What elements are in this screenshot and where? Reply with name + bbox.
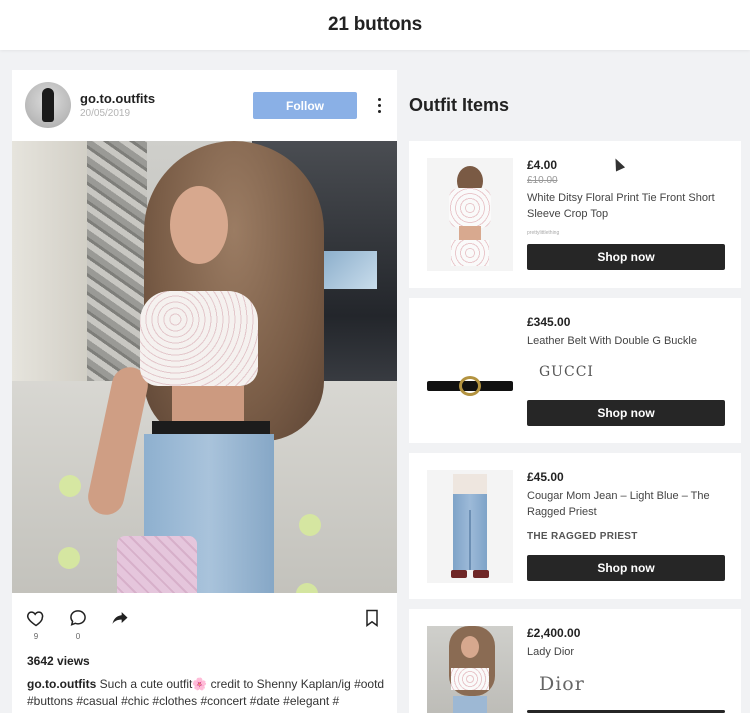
like-icon[interactable] <box>25 607 47 629</box>
comments-count: 0 <box>75 632 81 641</box>
share-icon[interactable] <box>109 607 131 629</box>
post-header: go.to.outfits 20/05/2019 Follow <box>12 70 397 141</box>
top-bar: 21 buttons <box>0 0 750 50</box>
product-image[interactable] <box>427 315 513 428</box>
product-name: Cougar Mom Jean – Light Blue – The Ragge… <box>527 490 710 518</box>
brand-logo: GUCCI <box>539 364 594 380</box>
follow-button[interactable]: Follow <box>253 92 357 119</box>
product-hotspot-belt[interactable] <box>299 514 321 536</box>
outfit-items-title: Outfit Items <box>409 95 510 115</box>
comment-icon[interactable] <box>67 607 89 629</box>
product-image[interactable] <box>427 626 513 713</box>
page-title: 21 buttons <box>327 14 423 35</box>
likes-count: 9 <box>33 632 39 641</box>
post-photo <box>12 141 397 593</box>
product-hotspot-top[interactable] <box>59 475 81 497</box>
product-price: £345.00 <box>527 315 571 329</box>
post-actions: 9 0 <box>12 593 397 643</box>
post-date: 20/05/2019 <box>80 108 131 119</box>
product-hotspot-bag[interactable] <box>58 547 80 569</box>
brand-logo: Dior <box>539 673 585 695</box>
post-username[interactable]: go.to.outfits <box>80 91 155 106</box>
product-price: £2,400.00 <box>527 626 581 640</box>
outfit-item-card: £4.00 £10.00 White Ditsy Floral Print Ti… <box>409 141 741 288</box>
shop-now-button[interactable]: Shop now <box>527 555 725 581</box>
product-price: £45.00 <box>527 470 564 484</box>
post-card: go.to.outfits 20/05/2019 Follow 9 0 3642… <box>12 70 397 713</box>
views-count: 3642 views <box>27 654 90 668</box>
outfit-item-card: £345.00 Leather Belt With Double G Buckl… <box>409 298 741 443</box>
avatar[interactable] <box>25 82 71 128</box>
product-image[interactable] <box>427 470 513 583</box>
product-image[interactable] <box>427 158 513 271</box>
outfit-item-card: £45.00 Cougar Mom Jean – Light Blue – Th… <box>409 453 741 599</box>
bookmark-icon[interactable] <box>361 607 383 629</box>
brand-logo: THE RAGGED PRIEST <box>527 531 638 542</box>
shop-now-button[interactable]: Shop now <box>527 244 725 270</box>
product-name: Lady Dior <box>527 646 575 658</box>
shop-now-button[interactable]: Shop now <box>527 400 725 426</box>
caption-username[interactable]: go.to.outfits <box>27 677 96 691</box>
product-price: £4.00 <box>527 158 558 172</box>
product-old-price: £10.00 <box>527 175 558 186</box>
post-caption: go.to.outfits Such a cute outfit🌸 credit… <box>27 676 387 710</box>
product-name: White Ditsy Floral Print Tie Front Short… <box>527 192 715 220</box>
outfit-item-card: £2,400.00 Lady Dior Dior <box>409 609 741 713</box>
brand-logo: prettylittlething <box>527 230 560 236</box>
more-options-icon[interactable] <box>372 94 386 116</box>
product-name: Leather Belt With Double G Buckle <box>527 335 697 347</box>
